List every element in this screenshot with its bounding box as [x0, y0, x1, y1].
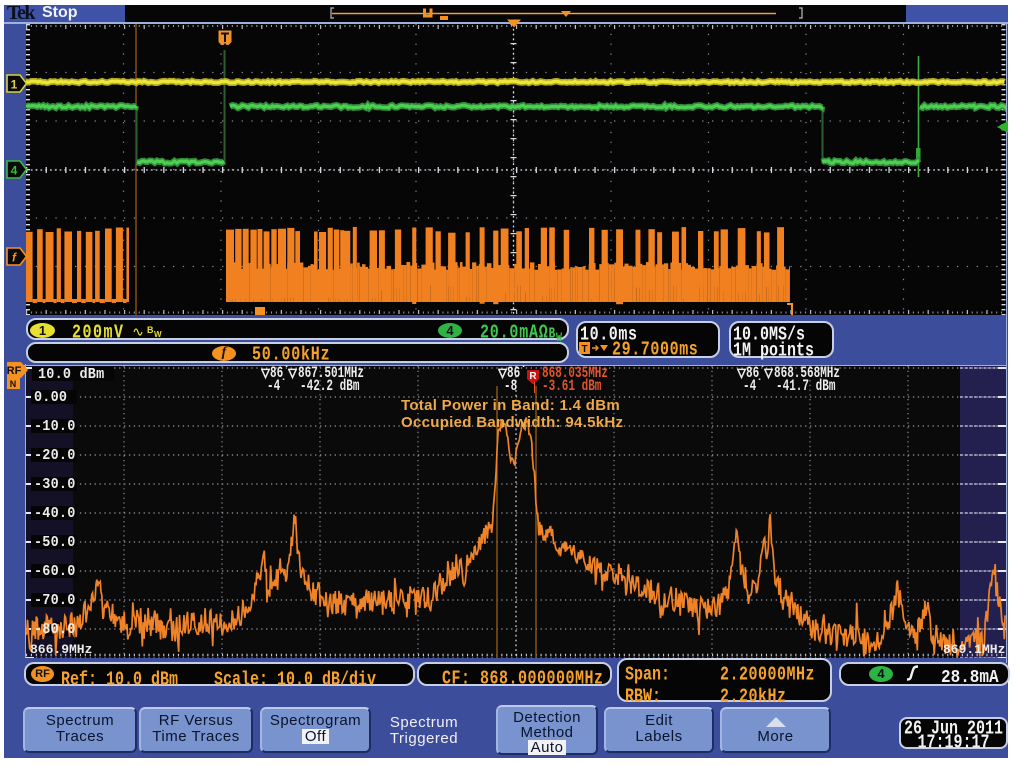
svg-text:4: 4 — [11, 164, 18, 178]
svg-text:R: R — [529, 371, 537, 382]
svg-text:T: T — [581, 344, 587, 355]
svg-text:1: 1 — [11, 78, 18, 92]
svg-text:RF: RF — [7, 365, 22, 377]
svg-text:N: N — [10, 379, 17, 389]
svg-text:W: W — [154, 330, 162, 338]
svg-text:B: B — [147, 325, 154, 335]
